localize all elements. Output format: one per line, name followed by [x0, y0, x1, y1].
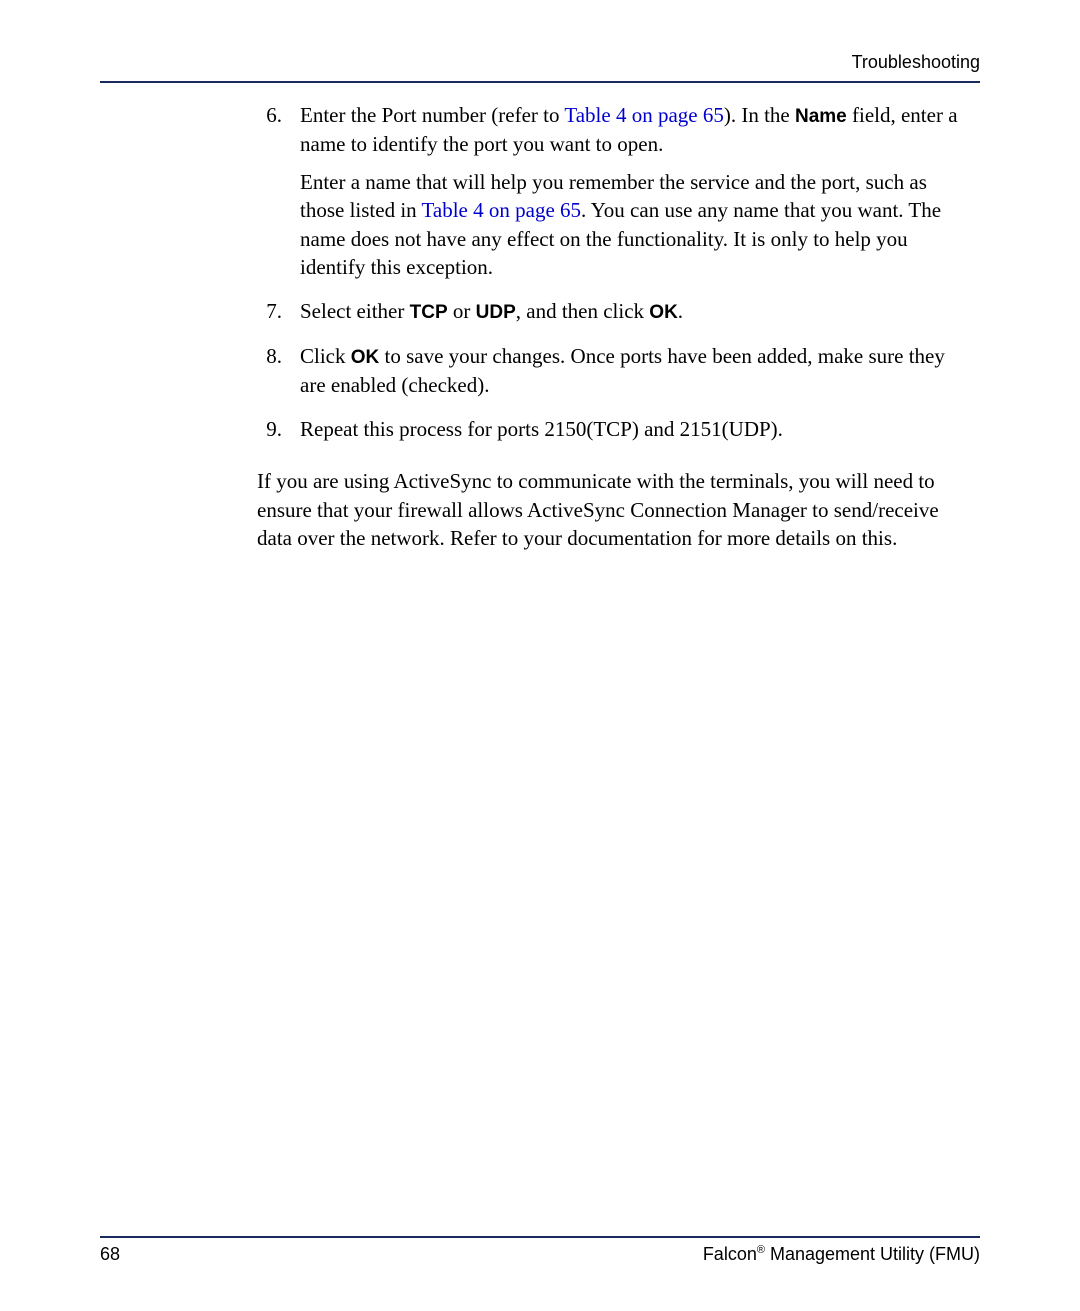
page-header: Troubleshooting — [100, 52, 980, 83]
ok-label: OK — [351, 347, 380, 368]
step-text: Enter the Port number (refer to Table 4 … — [300, 101, 965, 281]
step-text: Click OK to save your changes. Once port… — [300, 342, 965, 399]
udp-label: UDP — [476, 302, 516, 323]
page-number: 68 — [100, 1244, 120, 1265]
step-6-p2: Enter a name that will help you remember… — [300, 168, 965, 281]
table-4-link[interactable]: Table 4 on page 65 — [422, 198, 581, 222]
step-9: 9. Repeat this process for ports 2150(TC… — [257, 415, 965, 443]
registered-mark: ® — [757, 1244, 765, 1256]
step-6: 6. Enter the Port number (refer to Table… — [257, 101, 965, 281]
step-6-p1: Enter the Port number (refer to Table 4 … — [300, 101, 965, 158]
ok-label: OK — [649, 302, 678, 323]
closing-paragraph: If you are using ActiveSync to communica… — [257, 467, 965, 552]
content-area: 6. Enter the Port number (refer to Table… — [257, 101, 965, 552]
page-container: Troubleshooting 6. Enter the Port number… — [0, 0, 1080, 1311]
product-name: Falcon® Management Utility (FMU) — [703, 1244, 980, 1265]
step-9-p: Repeat this process for ports 2150(TCP) … — [300, 415, 965, 443]
step-number: 9. — [257, 415, 300, 443]
step-text: Select either TCP or UDP, and then click… — [300, 297, 965, 326]
page-footer: 68 Falcon® Management Utility (FMU) — [100, 1236, 980, 1265]
step-7-p: Select either TCP or UDP, and then click… — [300, 297, 965, 326]
tcp-label: TCP — [410, 302, 448, 323]
header-title: Troubleshooting — [852, 52, 980, 72]
name-field-label: Name — [795, 106, 847, 127]
table-4-link[interactable]: Table 4 on page 65 — [564, 103, 723, 127]
step-number: 8. — [257, 342, 300, 399]
step-number: 6. — [257, 101, 300, 281]
step-text: Repeat this process for ports 2150(TCP) … — [300, 415, 965, 443]
step-8-p: Click OK to save your changes. Once port… — [300, 342, 965, 399]
step-number: 7. — [257, 297, 300, 326]
step-7: 7. Select either TCP or UDP, and then cl… — [257, 297, 965, 326]
step-8: 8. Click OK to save your changes. Once p… — [257, 342, 965, 399]
